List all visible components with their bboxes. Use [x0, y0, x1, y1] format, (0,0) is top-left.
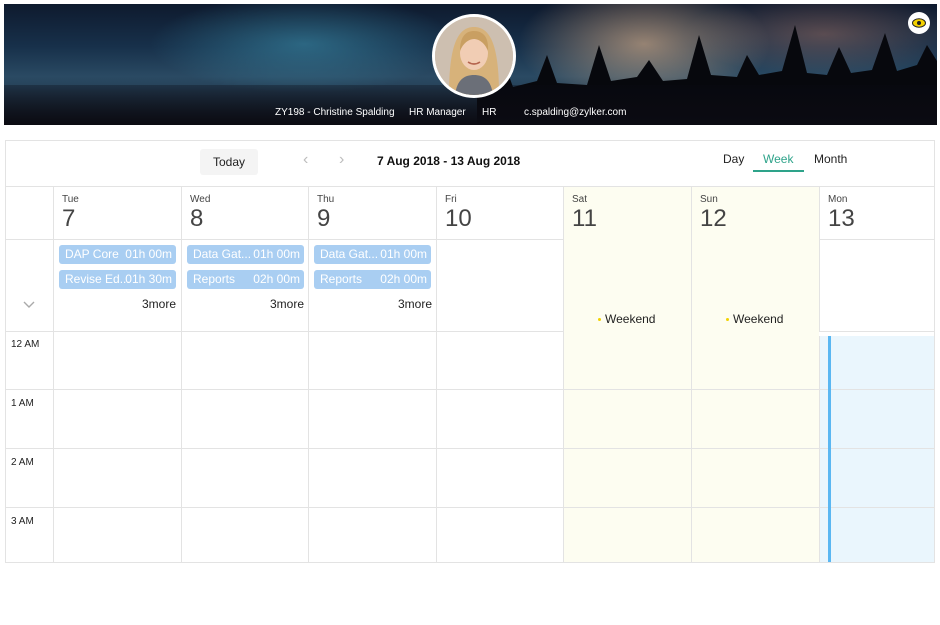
active-tab-indicator [753, 170, 804, 172]
event-duration: 02h 00m [253, 272, 300, 286]
weekend-dot [598, 318, 601, 322]
calendar-toolbar: Today ‹ › 7 Aug 2018 - 13 Aug 2018 Day W… [6, 141, 934, 187]
event-chip[interactable]: DAP Core 01h 00m [59, 245, 176, 264]
all-day-cell-wed[interactable]: Data Gat... 01h 00m Reports 02h 00m 3mor… [181, 239, 308, 331]
day-number: 9 [317, 205, 331, 232]
tab-day[interactable]: Day [723, 152, 744, 166]
hour-label: 12 AM [11, 339, 40, 350]
employee-id-name: ZY198 - Christine Spalding [275, 107, 395, 118]
day-name: Tue [62, 194, 79, 205]
day-header-tue[interactable]: Tue 7 [53, 187, 181, 239]
hour-row: 1 AM [6, 390, 934, 449]
chevron-down-icon[interactable] [23, 301, 35, 309]
all-day-cell-sat[interactable]: Weekend [563, 239, 691, 331]
current-day-indicator [828, 336, 831, 562]
event-duration: 01h 00m [380, 247, 427, 261]
employee-email[interactable]: c.spalding@zylker.com [524, 107, 626, 118]
time-grid: 12 AM 1 AM 2 AM 3 AM [6, 331, 934, 562]
day-number: 8 [190, 205, 204, 232]
days-header: Tue 7 Wed 8 Thu 9 Fri 10 Sat 11 Sun 12 M… [6, 187, 934, 240]
hour-label: 1 AM [11, 398, 34, 409]
day-name: Sat [572, 194, 588, 205]
day-header-wed[interactable]: Wed 8 [181, 187, 308, 239]
hour-label: 2 AM [11, 457, 34, 468]
hour-row: 3 AM [6, 508, 934, 562]
day-name: Sun [700, 194, 718, 205]
event-title: Reports [193, 272, 236, 286]
avatar[interactable] [432, 14, 516, 98]
event-title: Data Gat... [193, 247, 252, 261]
event-chip[interactable]: Revise Ed... 01h 30m [59, 270, 176, 289]
week-calendar: Today ‹ › 7 Aug 2018 - 13 Aug 2018 Day W… [5, 140, 935, 563]
day-name: Mon [828, 194, 848, 205]
day-number: 10 [445, 205, 472, 232]
event-chip[interactable]: Reports 02h 00m [314, 270, 431, 289]
employee-role: HR Manager [409, 107, 466, 118]
event-duration: 01h 00m [253, 247, 300, 261]
hour-label: 3 AM [11, 516, 34, 527]
avatar-photo [435, 17, 513, 95]
all-day-cell-sun[interactable]: Weekend [691, 239, 819, 331]
event-chip[interactable]: Data Gat... 01h 00m [187, 245, 304, 264]
day-header-mon[interactable]: Mon 13 [819, 187, 934, 239]
eye-icon [912, 18, 926, 28]
profile-banner: ZY198 - Christine Spalding HR Manager HR… [4, 4, 937, 125]
hour-row: 12 AM [6, 331, 934, 390]
day-name: Wed [190, 194, 211, 205]
weekend-label: Weekend [733, 312, 784, 326]
event-title: Revise Ed... [65, 272, 130, 286]
event-duration: 01h 00m [125, 247, 172, 261]
weekend-tag: Weekend [598, 312, 655, 326]
event-title: DAP Core [65, 247, 119, 261]
weekend-dot [726, 318, 729, 322]
event-duration: 01h 30m [125, 272, 172, 286]
event-title: Data Gat... [320, 247, 379, 261]
all-day-cell-tue[interactable]: DAP Core 01h 00m Revise Ed... 01h 30m 3m… [53, 239, 181, 331]
more-events-link[interactable]: 3more [142, 297, 176, 311]
all-day-cell-mon[interactable] [819, 239, 934, 331]
employee-department: HR [482, 107, 497, 118]
day-header-fri[interactable]: Fri 10 [436, 187, 563, 239]
chevron-left-icon[interactable]: ‹ [303, 151, 308, 169]
all-day-cell-thu[interactable]: Data Gat... 01h 00m Reports 02h 00m 3mor… [308, 239, 436, 331]
event-chip[interactable]: Data Gat... 01h 00m [314, 245, 431, 264]
event-title: Reports [320, 272, 363, 286]
day-name: Fri [445, 194, 457, 205]
event-duration: 02h 00m [380, 272, 427, 286]
more-events-link[interactable]: 3more [270, 297, 304, 311]
day-header-sun[interactable]: Sun 12 [691, 187, 819, 239]
more-events-link[interactable]: 3more [398, 297, 432, 311]
all-day-cell-fri[interactable] [436, 239, 563, 331]
weekend-tag: Weekend [726, 312, 783, 326]
day-header-thu[interactable]: Thu 9 [308, 187, 436, 239]
event-chip[interactable]: Reports 02h 00m [187, 270, 304, 289]
visibility-toggle-button[interactable] [908, 12, 930, 34]
all-day-row: DAP Core 01h 00m Revise Ed... 01h 30m 3m… [6, 239, 934, 332]
day-number: 7 [62, 205, 76, 232]
date-range: 7 Aug 2018 - 13 Aug 2018 [377, 154, 521, 168]
weekend-label: Weekend [605, 312, 656, 326]
day-name: Thu [317, 194, 335, 205]
tab-month[interactable]: Month [814, 152, 847, 166]
chevron-right-icon[interactable]: › [339, 151, 344, 169]
day-header-sat[interactable]: Sat 11 [563, 187, 691, 239]
day-number: 12 [700, 205, 727, 232]
day-number: 13 [828, 205, 855, 232]
day-number: 11 [572, 205, 597, 232]
hour-row: 2 AM [6, 449, 934, 508]
today-button[interactable]: Today [200, 149, 258, 175]
tab-week[interactable]: Week [763, 152, 793, 166]
